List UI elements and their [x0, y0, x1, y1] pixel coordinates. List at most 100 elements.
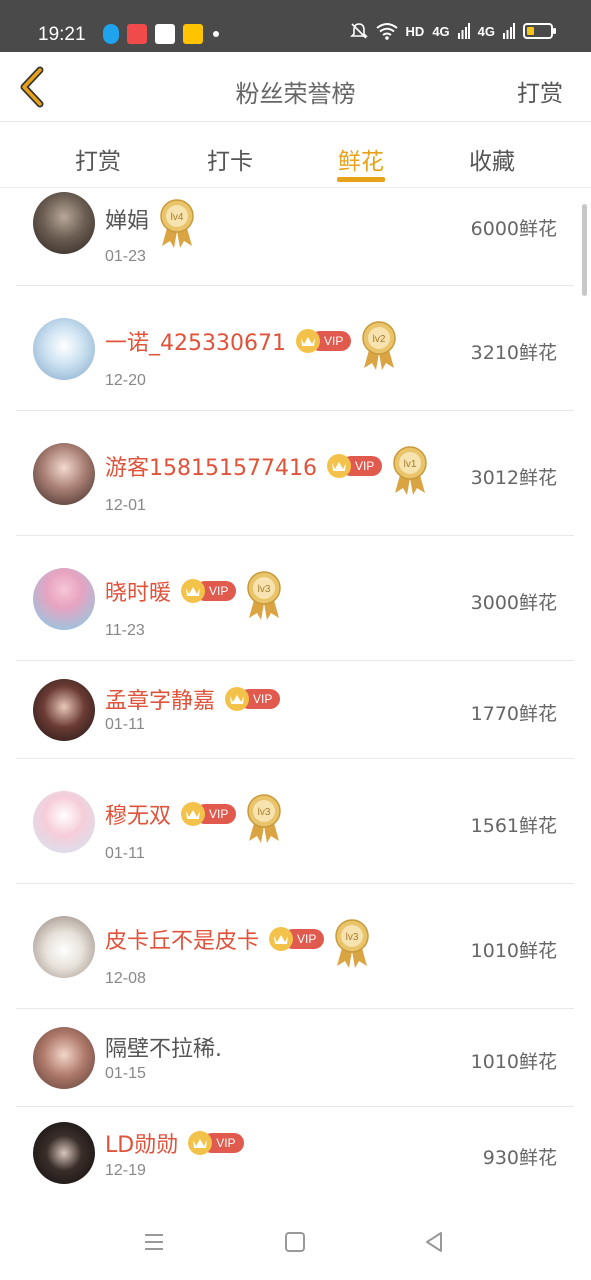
status-time: 19:21: [38, 24, 86, 45]
tab-checkin[interactable]: 打卡: [190, 142, 270, 176]
fan-date: 12-08: [105, 970, 146, 987]
hd-label: HD: [405, 23, 425, 39]
list-item[interactable]: 一诺_425330671 VIP lv2 12-20 3210鲜花: [16, 286, 574, 411]
fan-name[interactable]: 婵娟: [105, 203, 149, 235]
level-medal-icon: lv3: [247, 794, 282, 843]
fan-date: 12-20: [105, 372, 146, 389]
level-medal-icon: lv3: [247, 571, 282, 620]
fan-name[interactable]: 穆无双: [105, 798, 171, 830]
scrollbar[interactable]: [582, 204, 587, 296]
level-medal-icon: lv1: [393, 446, 428, 495]
level-medal-icon: lv4: [160, 199, 194, 248]
notification-dot-icon: [213, 31, 219, 37]
fan-date: 12-01: [105, 497, 146, 514]
avatar[interactable]: [33, 679, 95, 741]
avatar[interactable]: [33, 916, 95, 978]
svg-text:lv3: lv3: [258, 584, 271, 595]
meituan-app-icon: [183, 24, 203, 44]
fan-date: 01-15: [105, 1065, 146, 1082]
home-button[interactable]: [283, 1230, 311, 1258]
fan-date: 01-11: [105, 845, 145, 862]
crown-icon: [181, 802, 206, 826]
crown-icon: [326, 454, 351, 478]
svg-text:lv2: lv2: [373, 334, 386, 345]
avatar[interactable]: [33, 568, 95, 630]
avatar[interactable]: [33, 443, 95, 505]
crown-icon: [181, 579, 206, 603]
svg-text:lv3: lv3: [258, 807, 271, 818]
avatar[interactable]: [33, 791, 95, 853]
tab-bar: 打赏 打卡 鲜花 收藏: [0, 122, 591, 188]
mute-bell-icon: [349, 23, 368, 39]
video-app-icon: [127, 24, 147, 44]
flower-amount: 1010鲜花: [470, 940, 557, 962]
signal-label-2: 4G: [477, 23, 495, 39]
crown-icon: [295, 329, 320, 353]
list-item[interactable]: 穆无双 VIP lv3 01-11 1561鲜花: [16, 759, 574, 884]
fan-date: 01-11: [105, 716, 145, 733]
fan-name[interactable]: 一诺_425330671: [105, 325, 286, 357]
fan-name[interactable]: LD勋勋: [105, 1127, 178, 1159]
list-item[interactable]: 隔壁不拉稀. 01-15 1010鲜花: [16, 1009, 574, 1107]
home-square-icon: [285, 1232, 305, 1252]
battery-icon: [523, 23, 556, 39]
page-title: 粉丝荣誉榜: [235, 80, 356, 108]
fan-date: 11-23: [105, 622, 145, 639]
fan-name[interactable]: 晓时暖: [105, 575, 171, 607]
flower-amount: 3210鲜花: [470, 342, 557, 364]
back-triangle-icon: [426, 1232, 442, 1252]
list-item[interactable]: 孟章字静嘉 VIP 01-11 1770鲜花: [16, 661, 574, 759]
signal-bars-icon: [457, 23, 470, 39]
flower-amount: 3012鲜花: [470, 467, 557, 489]
wifi-icon: [375, 23, 398, 40]
vip-badge: VIP: [326, 454, 383, 478]
list-item[interactable]: 游客158151577416 VIP lv1 12-01 3012鲜花: [16, 411, 574, 536]
fan-name[interactable]: 游客158151577416: [105, 450, 317, 482]
status-system-icons: HD 4G 4G: [349, 22, 556, 40]
vip-badge: VIP: [269, 927, 325, 951]
level-medal-icon: lv3: [335, 919, 370, 968]
top-app-bar: 粉丝荣誉榜 打赏: [0, 52, 591, 122]
fan-date: 12-19: [105, 1162, 146, 1179]
vip-badge: VIP: [225, 687, 281, 711]
fan-ranking-list[interactable]: 婵娟 lv4 01-23 6000鲜花 一诺_425330671 VIP lv2…: [0, 188, 591, 1200]
signal-label-1: 4G: [432, 23, 450, 39]
system-back-button[interactable]: [422, 1230, 450, 1258]
avatar[interactable]: [33, 1027, 95, 1089]
tab-reward[interactable]: 打赏: [58, 142, 138, 176]
avatar[interactable]: [33, 192, 95, 254]
reward-button[interactable]: 打赏: [517, 74, 563, 108]
flower-amount: 1561鲜花: [470, 815, 557, 837]
svg-text:lv1: lv1: [404, 459, 417, 470]
vip-badge: VIP: [181, 579, 237, 603]
flower-amount: 6000鲜花: [470, 218, 557, 240]
fan-name[interactable]: 隔壁不拉稀.: [105, 1031, 222, 1063]
list-item[interactable]: 婵娟 lv4 01-23 6000鲜花: [16, 188, 574, 286]
list-item[interactable]: 皮卡丘不是皮卡 VIP lv3 12-08 1010鲜花: [16, 884, 574, 1009]
fan-name[interactable]: 皮卡丘不是皮卡: [105, 923, 259, 955]
list-item[interactable]: 晓时暖 VIP lv3 11-23 3000鲜花: [16, 536, 574, 661]
tab-favorites[interactable]: 收藏: [452, 142, 532, 176]
level-medal-icon: lv2: [362, 321, 397, 370]
status-bar: 19:21 HD 4G 4G: [0, 0, 591, 52]
status-app-icons: [103, 24, 219, 44]
avatar[interactable]: [33, 318, 95, 380]
qq-app-icon: [103, 24, 119, 44]
menu-button[interactable]: [142, 1230, 170, 1258]
avatar[interactable]: [33, 1122, 95, 1184]
signal-bars-icon-2: [503, 23, 515, 39]
tab-flowers[interactable]: 鲜花: [321, 142, 401, 176]
fan-name[interactable]: 孟章字静嘉: [105, 683, 215, 715]
vip-badge: VIP: [295, 329, 352, 353]
svg-text:lv3: lv3: [346, 932, 359, 943]
vip-badge: VIP: [188, 1131, 244, 1155]
svg-text:lv4: lv4: [171, 212, 184, 223]
flower-amount: 1770鲜花: [470, 703, 557, 725]
vip-badge: VIP: [181, 802, 237, 826]
flower-amount: 930鲜花: [482, 1147, 557, 1169]
list-item[interactable]: LD勋勋 VIP 12-19 930鲜花: [16, 1107, 574, 1200]
flower-amount: 3000鲜花: [470, 592, 557, 614]
fan-date: 01-23: [105, 248, 146, 265]
white-app-icon: [155, 24, 175, 44]
menu-icon: [145, 1234, 163, 1250]
